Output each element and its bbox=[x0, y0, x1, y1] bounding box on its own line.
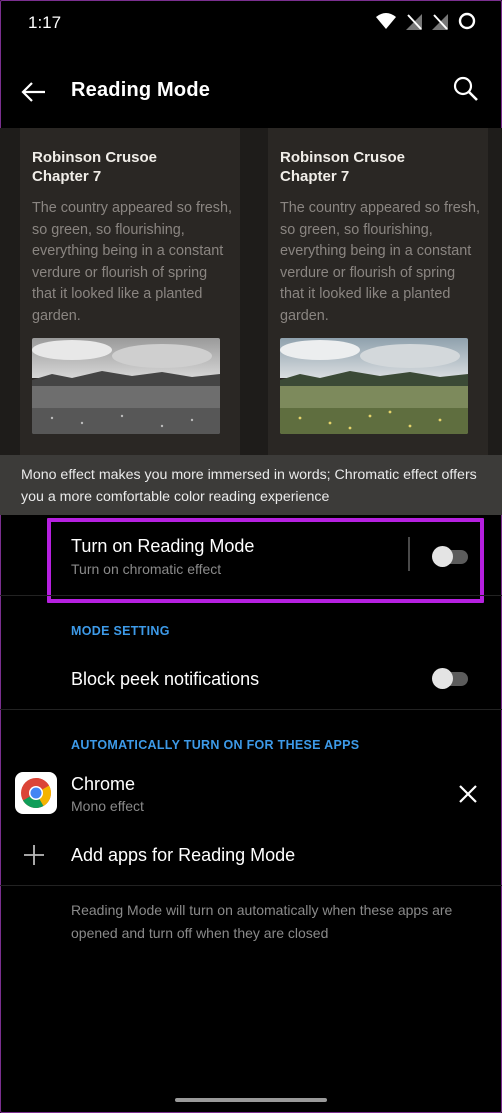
divider bbox=[0, 595, 502, 596]
block-peek-toggle[interactable] bbox=[432, 667, 470, 689]
divider bbox=[0, 885, 502, 886]
search-icon[interactable] bbox=[450, 74, 482, 106]
preview-card-mono: Robinson Crusoe Chapter 7 The country ap… bbox=[20, 128, 240, 458]
close-icon[interactable] bbox=[455, 781, 481, 807]
mode-setting-header: MODE SETTING bbox=[71, 624, 170, 638]
card-title-line1: Robinson Crusoe bbox=[32, 149, 158, 166]
status-time: 1:17 bbox=[28, 13, 62, 32]
card-title-line1: Robinson Crusoe bbox=[280, 149, 406, 166]
meadow-image-chromatic bbox=[280, 338, 468, 434]
block-peek-title: Block peek notifications bbox=[71, 669, 260, 689]
status-icons bbox=[376, 12, 476, 30]
preview-card-chromatic: Robinson Crusoe Chapter 7 The country ap… bbox=[268, 128, 488, 458]
effect-info-banner: Mono effect makes you more immersed in w… bbox=[0, 455, 502, 515]
signal-off-2-icon bbox=[432, 14, 448, 30]
meadow-image-mono bbox=[32, 338, 220, 434]
gesture-nav-handle[interactable] bbox=[175, 1098, 327, 1102]
card-title: Robinson Crusoe Chapter 7 bbox=[32, 148, 157, 186]
card-body: The country appeared so fresh, so green,… bbox=[280, 200, 480, 324]
wifi-icon bbox=[376, 13, 396, 29]
auto-apps-footer: Reading Mode will turn on automatically … bbox=[71, 902, 453, 941]
card-title-line2: Chapter 7 bbox=[32, 168, 102, 185]
card-title: Robinson Crusoe Chapter 7 bbox=[280, 148, 405, 186]
card-body: The country appeared so fresh, so green,… bbox=[32, 200, 232, 324]
reading-preview: Robinson Crusoe Chapter 7 The country ap… bbox=[0, 128, 502, 458]
page-title: Reading Mode bbox=[71, 79, 211, 101]
divider bbox=[0, 709, 502, 710]
toggle-thumb bbox=[432, 668, 453, 689]
plus-icon bbox=[24, 845, 44, 865]
add-apps-label: Add apps for Reading Mode bbox=[71, 845, 296, 865]
app-effect: Mono effect bbox=[71, 798, 144, 814]
app-bar: Reading Mode bbox=[0, 56, 502, 126]
battery-ring-icon bbox=[458, 12, 476, 30]
card-title-line2: Chapter 7 bbox=[280, 168, 350, 185]
chrome-icon bbox=[15, 772, 57, 814]
status-bar: 1:17 bbox=[0, 0, 502, 46]
auto-apps-header: AUTOMATICALLY TURN ON FOR THESE APPS bbox=[71, 738, 360, 752]
back-arrow-icon[interactable] bbox=[18, 76, 50, 108]
app-name: Chrome bbox=[71, 774, 136, 794]
highlight-annotation bbox=[47, 518, 484, 603]
signal-off-icon bbox=[406, 14, 422, 30]
